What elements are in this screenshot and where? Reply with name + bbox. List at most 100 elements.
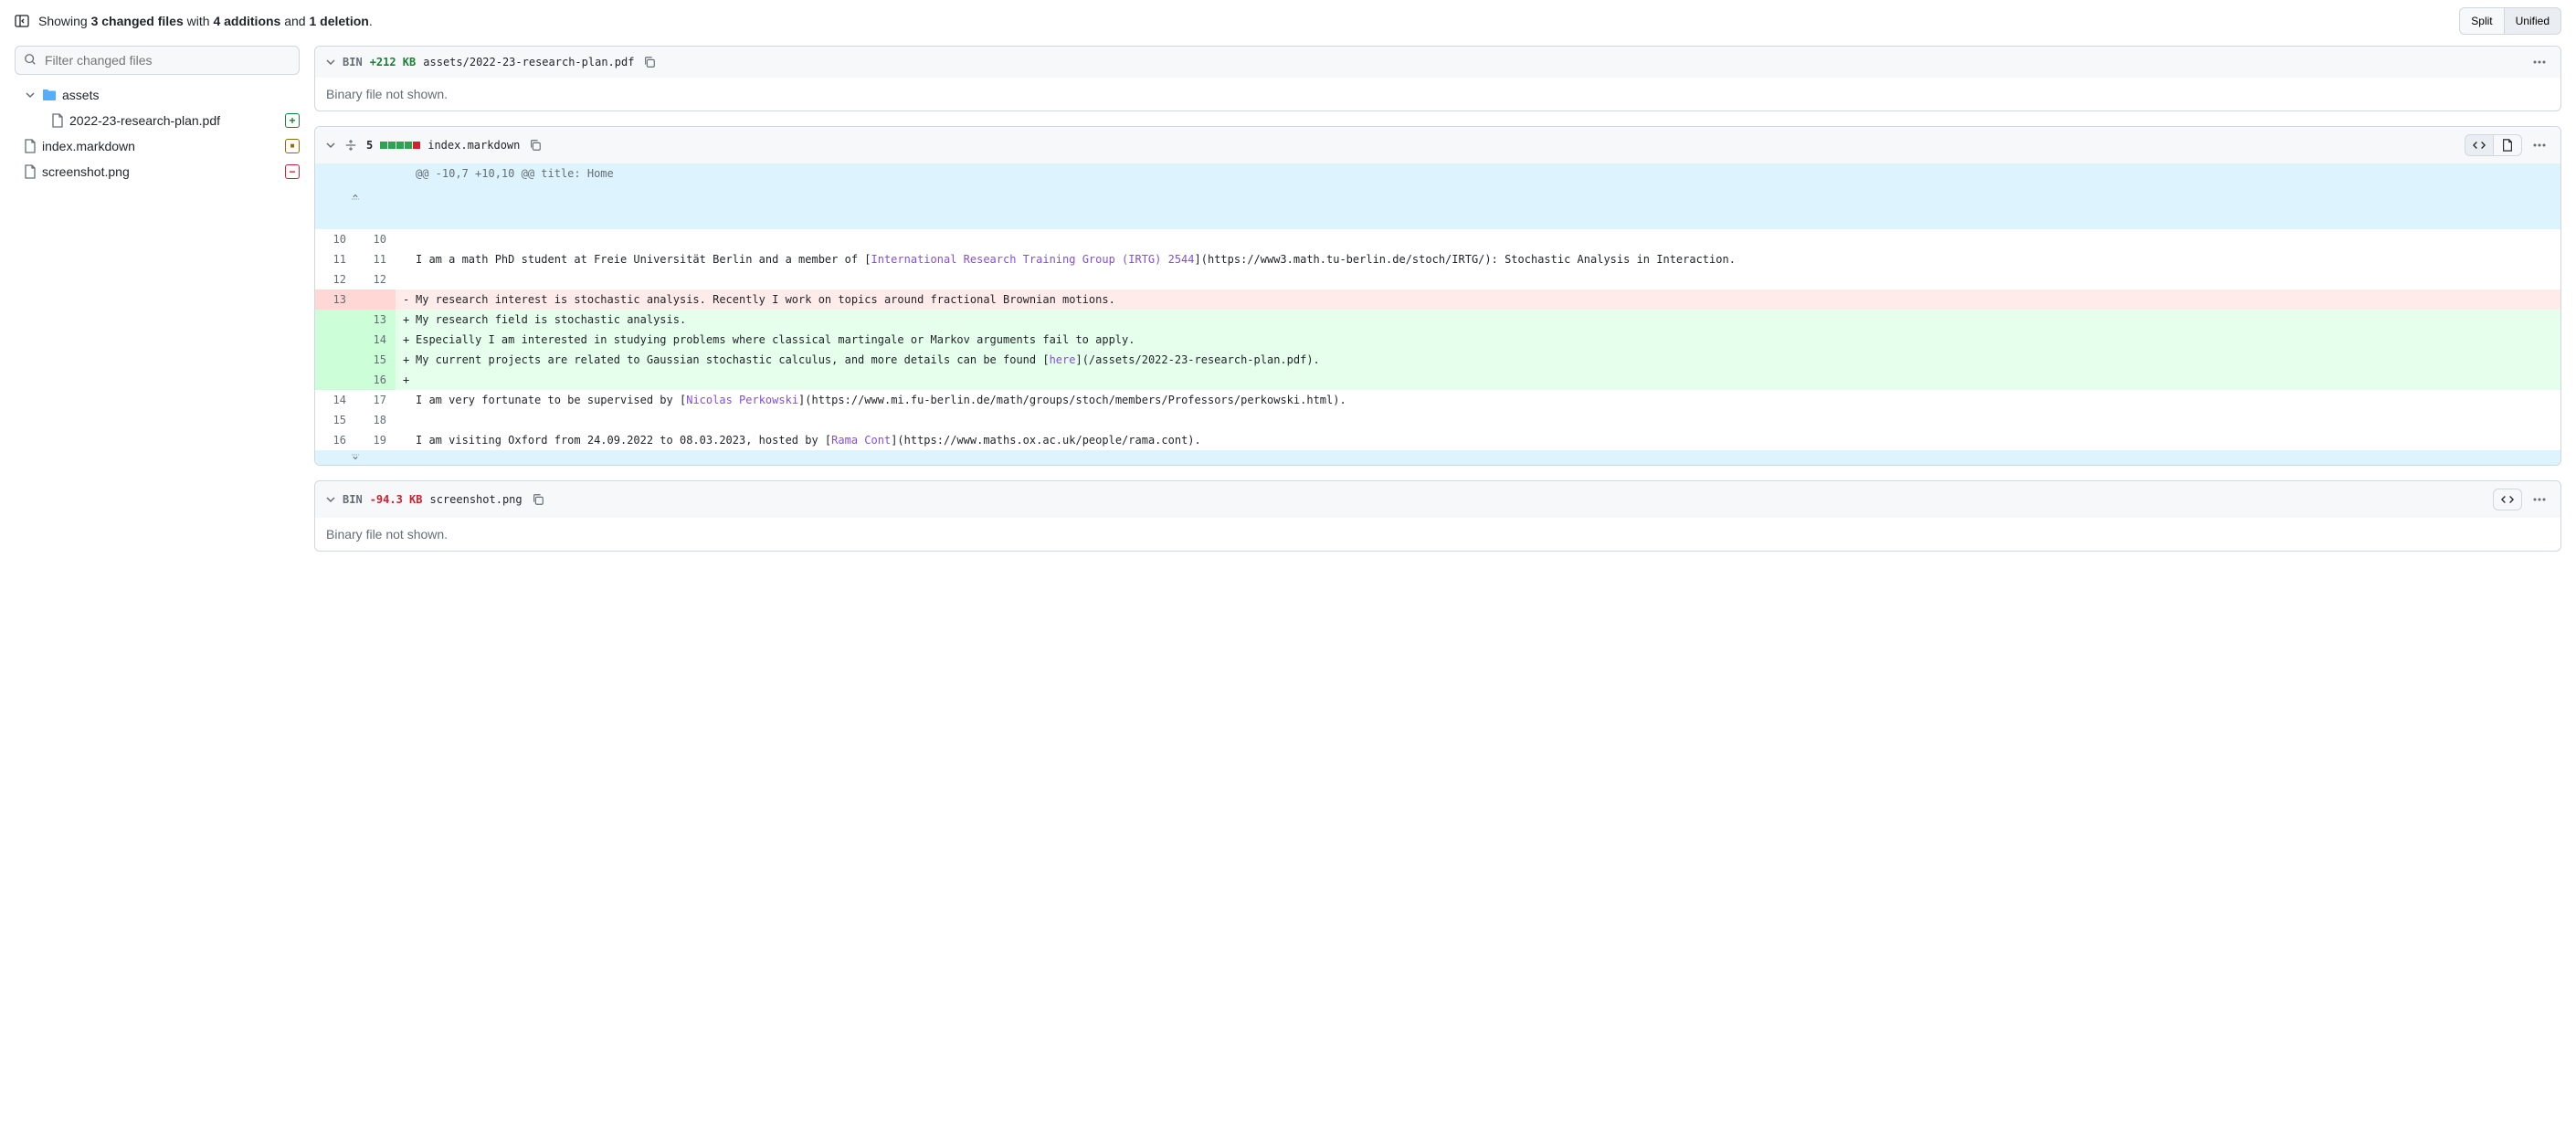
code-content: +Especially I am interested in studying … xyxy=(396,330,2560,350)
source-view-button[interactable] xyxy=(2465,134,2494,156)
file-tree-sidebar: assets 2022-23-research-plan.pdf + index… xyxy=(15,46,300,552)
status-removed-icon: − xyxy=(285,164,300,179)
tree-folder-assets[interactable]: assets xyxy=(15,82,300,108)
expand-down-row[interactable] xyxy=(315,450,2560,465)
diff-summary-bar: Showing 3 changed files with 4 additions… xyxy=(15,0,2561,46)
unified-view-button[interactable]: Unified xyxy=(2505,7,2561,35)
file-block-screenshot: BIN -94.3 KB screenshot.png xyxy=(314,480,2561,552)
file-label: 2022-23-research-plan.pdf xyxy=(69,113,280,128)
changes-count: 5 xyxy=(366,139,373,152)
line-number-old[interactable] xyxy=(315,350,355,370)
line-number-new[interactable]: 10 xyxy=(355,229,396,249)
copy-icon[interactable] xyxy=(527,137,544,153)
file-path[interactable]: assets/2022-23-research-plan.pdf xyxy=(423,56,634,68)
kebab-menu-icon[interactable] xyxy=(2529,140,2550,151)
code-content: I am visiting Oxford from 24.09.2022 to … xyxy=(396,430,2560,450)
binary-not-shown-text: Binary file not shown. xyxy=(315,78,2560,110)
line-number-new[interactable]: 13 xyxy=(355,310,396,330)
line-number-old[interactable]: 10 xyxy=(315,229,355,249)
sidebar-toggle-icon[interactable] xyxy=(15,14,29,28)
file-size-delta: +212 KB xyxy=(370,56,417,68)
line-number-old[interactable]: 13 xyxy=(315,289,355,310)
line-number-new[interactable]: 16 xyxy=(355,370,396,390)
tree-file-screenshot[interactable]: screenshot.png − xyxy=(15,159,300,184)
code-content: I am very fortunate to be supervised by … xyxy=(396,390,2560,410)
file-icon xyxy=(24,139,37,153)
file-icon xyxy=(51,113,64,128)
filter-files-input[interactable] xyxy=(15,46,300,75)
code-content: +My current projects are related to Gaus… xyxy=(396,350,2560,370)
status-added-icon: + xyxy=(285,113,300,128)
hunk-header: @@ -10,7 +10,10 @@ title: Home xyxy=(396,163,2560,229)
binary-label: BIN xyxy=(343,56,363,68)
line-number-new[interactable]: 14 xyxy=(355,330,396,350)
line-number-old[interactable]: 12 xyxy=(315,269,355,289)
binary-not-shown-text: Binary file not shown. xyxy=(315,518,2560,551)
copy-icon[interactable] xyxy=(641,54,658,70)
code-content: I am a math PhD student at Freie Univers… xyxy=(396,249,2560,269)
line-number-old[interactable] xyxy=(315,330,355,350)
diff-line-ctx[interactable]: 1111 I am a math PhD student at Freie Un… xyxy=(315,249,2560,269)
rendered-view-button[interactable] xyxy=(2493,489,2522,510)
code-content: +My research field is stochastic analysi… xyxy=(396,310,2560,330)
line-number-old[interactable]: 15 xyxy=(315,410,355,430)
code-content: + xyxy=(396,370,2560,390)
kebab-menu-icon[interactable] xyxy=(2529,57,2550,68)
chevron-down-icon xyxy=(24,90,37,100)
split-view-button[interactable]: Split xyxy=(2459,7,2504,35)
tree-file-research-plan[interactable]: 2022-23-research-plan.pdf + xyxy=(15,108,300,133)
rendered-view-button[interactable] xyxy=(2494,134,2522,156)
folder-label: assets xyxy=(62,88,300,102)
hunk-header-row[interactable]: @@ -10,7 +10,10 @@ title: Home xyxy=(315,163,2560,229)
code-content: -My research interest is stochastic anal… xyxy=(396,289,2560,310)
diff-line-ctx[interactable]: 1417 I am very fortunate to be supervise… xyxy=(315,390,2560,410)
diff-view-toggle: Split Unified xyxy=(2459,7,2561,35)
diff-table: @@ -10,7 +10,10 @@ title: Home 1010 1111… xyxy=(315,163,2560,465)
diff-line-ctx[interactable]: 1212 xyxy=(315,269,2560,289)
changes-summary: Showing 3 changed files with 4 additions… xyxy=(38,14,373,28)
binary-label: BIN xyxy=(343,493,363,506)
search-icon xyxy=(24,53,37,66)
diff-line-add[interactable]: 15+My current projects are related to Ga… xyxy=(315,350,2560,370)
file-label: index.markdown xyxy=(42,139,280,153)
file-size-delta: -94.3 KB xyxy=(370,493,423,506)
line-number-old[interactable]: 16 xyxy=(315,430,355,450)
code-content xyxy=(396,229,2560,249)
line-number-old[interactable] xyxy=(315,370,355,390)
line-number-new[interactable]: 15 xyxy=(355,350,396,370)
diff-line-add[interactable]: 16+ xyxy=(315,370,2560,390)
line-number-new[interactable]: 12 xyxy=(355,269,396,289)
line-number-old[interactable]: 11 xyxy=(315,249,355,269)
file-block-research-plan: BIN +212 KB assets/2022-23-research-plan… xyxy=(314,46,2561,111)
diff-line-ctx[interactable]: 1010 xyxy=(315,229,2560,249)
line-number-new[interactable]: 17 xyxy=(355,390,396,410)
diff-stat-squares xyxy=(380,142,420,149)
diff-line-del[interactable]: 13 -My research interest is stochastic an… xyxy=(315,289,2560,310)
file-path[interactable]: screenshot.png xyxy=(429,493,522,506)
line-number-new[interactable] xyxy=(355,289,396,310)
line-number-old[interactable] xyxy=(315,310,355,330)
line-number-new[interactable]: 11 xyxy=(355,249,396,269)
code-content xyxy=(396,410,2560,430)
diff-line-add[interactable]: 14+Especially I am interested in studyin… xyxy=(315,330,2560,350)
file-icon xyxy=(24,164,37,179)
line-number-new[interactable]: 19 xyxy=(355,430,396,450)
chevron-down-icon[interactable] xyxy=(326,141,335,150)
line-number-new[interactable]: 18 xyxy=(355,410,396,430)
file-label: screenshot.png xyxy=(42,164,280,179)
status-modified-icon: ■ xyxy=(285,139,300,153)
file-path[interactable]: index.markdown xyxy=(428,139,520,152)
code-content xyxy=(396,269,2560,289)
expand-all-icon[interactable] xyxy=(343,139,359,152)
diff-line-ctx[interactable]: 1518 xyxy=(315,410,2560,430)
diff-line-ctx[interactable]: 1619 I am visiting Oxford from 24.09.202… xyxy=(315,430,2560,450)
copy-icon[interactable] xyxy=(530,491,546,508)
line-number-old[interactable]: 14 xyxy=(315,390,355,410)
kebab-menu-icon[interactable] xyxy=(2529,494,2550,505)
tree-file-index[interactable]: index.markdown ■ xyxy=(15,133,300,159)
file-block-index-markdown: 5 index.markdown xyxy=(314,126,2561,466)
diff-line-add[interactable]: 13+My research field is stochastic analy… xyxy=(315,310,2560,330)
chevron-down-icon[interactable] xyxy=(326,58,335,67)
chevron-down-icon[interactable] xyxy=(326,495,335,504)
folder-icon xyxy=(42,89,57,101)
